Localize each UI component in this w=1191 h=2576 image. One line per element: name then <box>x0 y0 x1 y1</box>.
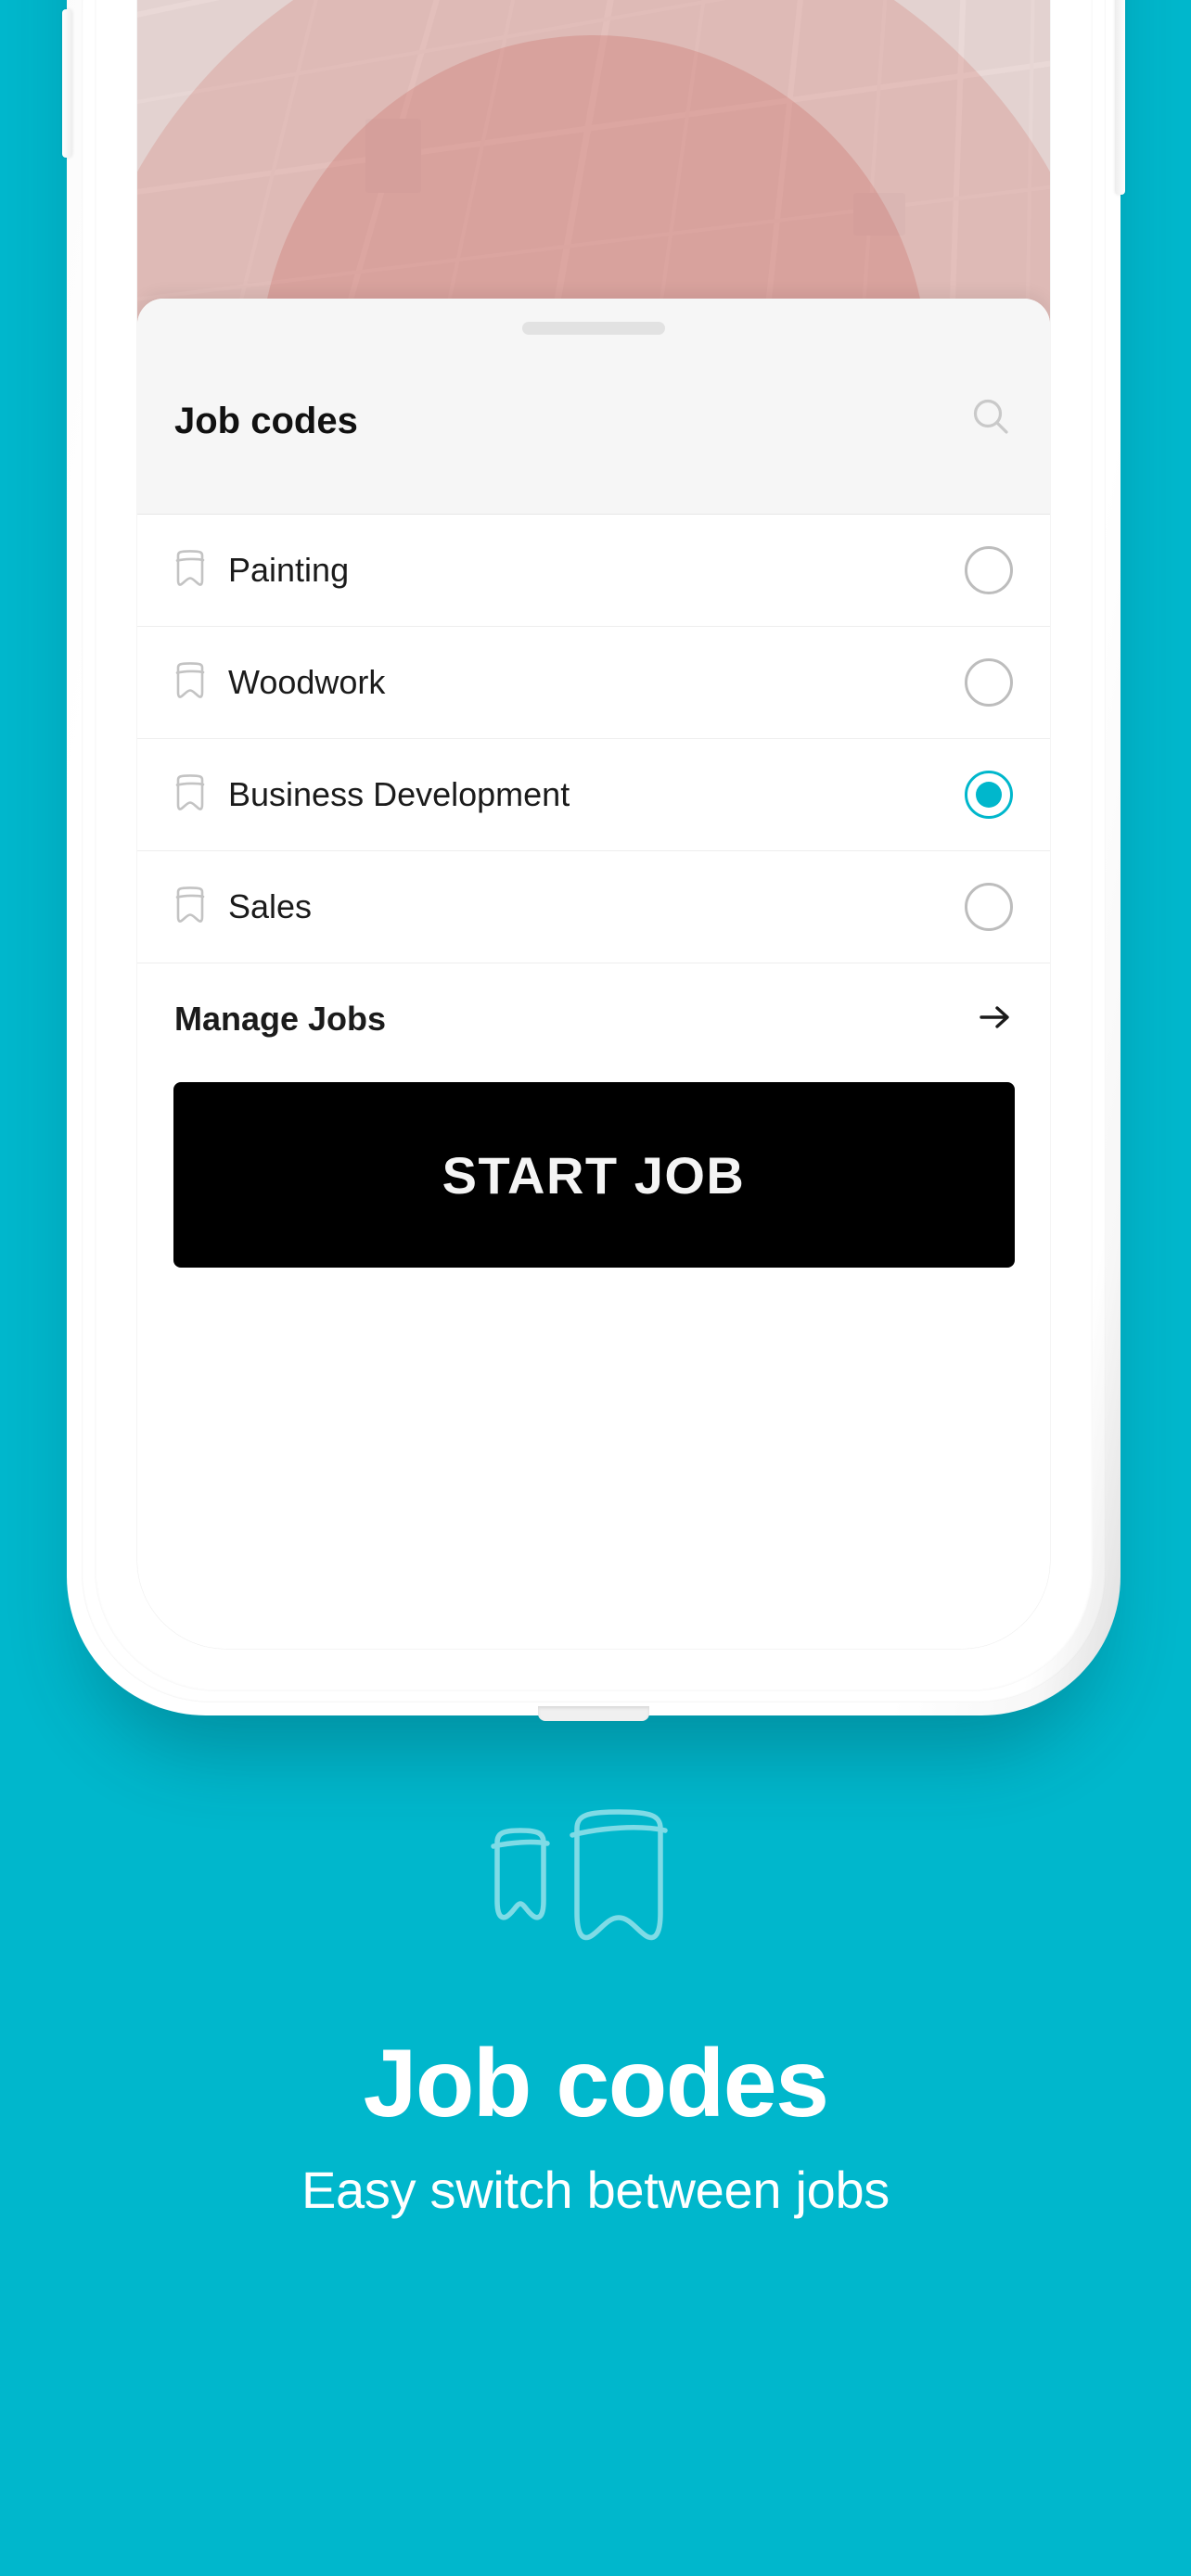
job-code-row[interactable]: Woodwork <box>137 627 1050 739</box>
volume-down-button[interactable] <box>62 9 72 158</box>
job-codes-sheet: Job codes Painting Woodwork Business Dev… <box>137 299 1050 1649</box>
charging-port <box>538 1706 649 1721</box>
bookmark-icon <box>174 773 206 817</box>
drag-handle[interactable] <box>522 322 665 335</box>
two-bookmarks-icon <box>491 1809 668 1941</box>
sheet-header: Job codes <box>137 299 1050 515</box>
search-icon[interactable] <box>970 396 1013 443</box>
job-code-row[interactable]: Painting <box>137 515 1050 627</box>
job-code-label: Painting <box>228 551 350 589</box>
job-code-row[interactable]: Sales <box>137 851 1050 963</box>
phone-mockup: NorthFair OaksMarsh RdChilco StWillow Rd… <box>62 0 1125 1725</box>
bookmark-icon <box>174 661 206 705</box>
marketing-section: Job codes Easy switch between jobs <box>0 1799 1191 2220</box>
job-code-radio[interactable] <box>965 883 1013 931</box>
sheet-title: Job codes <box>174 401 358 441</box>
manage-jobs-label: Manage Jobs <box>174 1000 387 1038</box>
bookmark-icon <box>174 886 206 929</box>
arrow-right-icon <box>978 1002 1013 1037</box>
job-codes-list: Painting Woodwork Business Development S… <box>137 515 1050 963</box>
power-button[interactable] <box>1115 0 1125 195</box>
manage-jobs-row[interactable]: Manage Jobs <box>137 963 1050 1075</box>
bookmark-icon <box>174 549 206 593</box>
feature-headline: Job codes <box>363 2030 829 2137</box>
phone-frame: NorthFair OaksMarsh RdChilco StWillow Rd… <box>62 0 1125 1721</box>
feature-subheadline: Easy switch between jobs <box>301 2161 890 2219</box>
job-code-row[interactable]: Business Development <box>137 739 1050 851</box>
job-code-label: Business Development <box>228 775 570 813</box>
job-code-radio[interactable] <box>965 546 1013 594</box>
start-job-button[interactable]: START JOB <box>173 1082 1015 1268</box>
job-code-radio[interactable] <box>965 771 1013 819</box>
job-code-label: Sales <box>228 887 313 925</box>
phone-screen: NorthFair OaksMarsh RdChilco StWillow Rd… <box>137 0 1050 1649</box>
job-code-label: Woodwork <box>228 663 386 701</box>
job-code-radio[interactable] <box>965 658 1013 707</box>
